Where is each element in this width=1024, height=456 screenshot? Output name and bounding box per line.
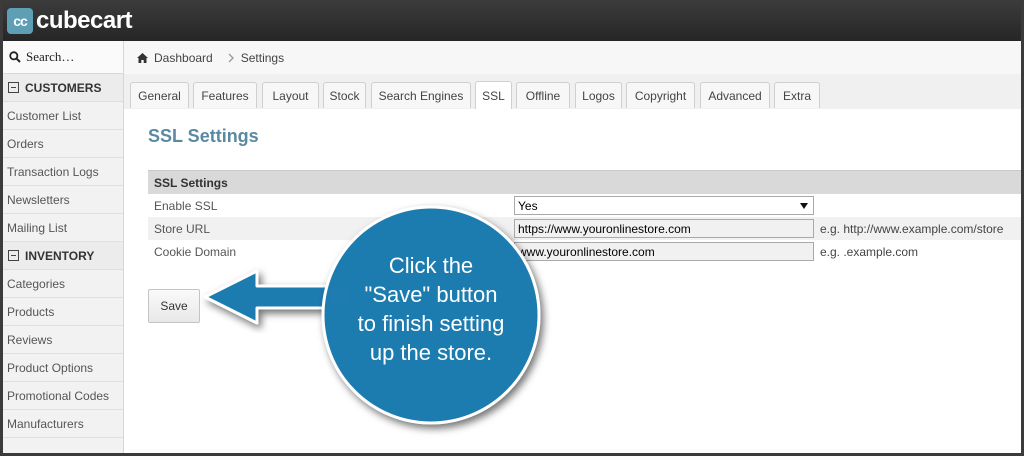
callout-line: up the store. xyxy=(369,340,493,365)
enable-ssl-label: Enable SSL xyxy=(154,199,218,213)
breadcrumb-settings[interactable]: Settings xyxy=(241,51,284,65)
sidebar-item-manufacturers[interactable]: Manufacturers xyxy=(3,410,123,438)
sidebar-search[interactable]: Search… xyxy=(3,41,123,74)
main-content: SSL Settings SSL Settings Enable SSL Yes… xyxy=(124,109,1021,453)
tab-extra[interactable]: Extra xyxy=(774,82,820,108)
table-row-enable-ssl: Enable SSL Yes xyxy=(148,194,1021,217)
tab-logos[interactable]: Logos xyxy=(575,82,622,108)
sidebar-section-customers[interactable]: CUSTOMERS xyxy=(3,74,123,102)
tab-features[interactable]: Features xyxy=(193,82,257,108)
cookie-domain-hint: e.g. .example.com xyxy=(820,245,919,259)
tab-search-engines[interactable]: Search Engines xyxy=(371,82,471,108)
callout-line: "Save" button xyxy=(364,282,498,307)
sidebar-section-label: CUSTOMERS xyxy=(25,80,102,95)
enable-ssl-select[interactable]: Yes xyxy=(514,196,814,215)
callout-text: Click the "Save" button to finish settin… xyxy=(326,251,536,367)
logo-text: cubecart xyxy=(36,7,133,34)
logo-mark: cc xyxy=(7,8,33,34)
sidebar-section-label: INVENTORY xyxy=(25,248,95,263)
dropdown-arrow-icon xyxy=(800,203,808,209)
tab-layout[interactable]: Layout xyxy=(262,82,319,108)
top-bar: cc cubecart xyxy=(3,3,1021,41)
table-row-store-url: Store URL https://www.youronlinestore.co… xyxy=(148,217,1021,240)
logo[interactable]: cc cubecart xyxy=(7,7,133,35)
store-url-hint: e.g. http://www.example.com/store xyxy=(820,222,1004,236)
sidebar-item-mailing-list[interactable]: Mailing List xyxy=(3,214,123,242)
breadcrumb: Dashboard Settings xyxy=(124,41,1021,75)
sidebar-item-orders[interactable]: Orders xyxy=(3,130,123,158)
search-input[interactable]: Search… xyxy=(26,49,74,65)
chevron-right-icon xyxy=(228,53,234,62)
sidebar-item-newsletters[interactable]: Newsletters xyxy=(3,186,123,214)
sidebar-section-inventory[interactable]: INVENTORY xyxy=(3,242,123,270)
breadcrumb-dashboard[interactable]: Dashboard xyxy=(154,51,213,65)
collapse-icon xyxy=(8,250,19,261)
page-title: SSL Settings xyxy=(148,126,259,146)
cookie-domain-input[interactable]: www.youronlinestore.com xyxy=(514,242,814,261)
home-icon xyxy=(137,52,148,63)
store-url-input[interactable]: https://www.youronlinestore.com xyxy=(514,219,814,238)
tab-ssl[interactable]: SSL xyxy=(475,81,512,109)
tab-general[interactable]: General xyxy=(130,82,189,108)
sidebar-item-product-options[interactable]: Product Options xyxy=(3,354,123,382)
sidebar-item-customer-list[interactable]: Customer List xyxy=(3,102,123,130)
sidebar-item-categories[interactable]: Categories xyxy=(3,270,123,298)
table-header: SSL Settings xyxy=(148,170,1021,194)
app-window: cc cubecart Search… CUSTOMERS Customer L… xyxy=(3,3,1021,453)
sidebar-item-reviews[interactable]: Reviews xyxy=(3,326,123,354)
callout-line: Click the xyxy=(388,253,474,278)
search-icon xyxy=(9,51,21,63)
tab-copyright[interactable]: Copyright xyxy=(626,82,695,108)
collapse-icon xyxy=(8,82,19,93)
tab-offline[interactable]: Offline xyxy=(516,82,570,108)
settings-tabs: General Features Layout Stock Search Eng… xyxy=(124,74,1021,110)
enable-ssl-value: Yes xyxy=(518,198,538,213)
ssl-settings-table: SSL Settings Enable SSL Yes Store URL ht… xyxy=(148,170,1021,263)
save-button[interactable]: Save xyxy=(148,289,200,323)
cookie-domain-label: Cookie Domain xyxy=(154,245,237,259)
table-row-cookie-domain: Cookie Domain www.youronlinestore.com e.… xyxy=(148,240,1021,263)
tab-advanced[interactable]: Advanced xyxy=(700,82,770,108)
sidebar: Search… CUSTOMERS Customer List Orders T… xyxy=(3,41,124,453)
sidebar-item-transaction-logs[interactable]: Transaction Logs xyxy=(3,158,123,186)
sidebar-item-products[interactable]: Products xyxy=(3,298,123,326)
tab-stock[interactable]: Stock xyxy=(323,82,366,108)
sidebar-item-promotional-codes[interactable]: Promotional Codes xyxy=(3,382,123,410)
callout-line: to finish setting xyxy=(357,311,505,336)
store-url-label: Store URL xyxy=(154,222,211,236)
